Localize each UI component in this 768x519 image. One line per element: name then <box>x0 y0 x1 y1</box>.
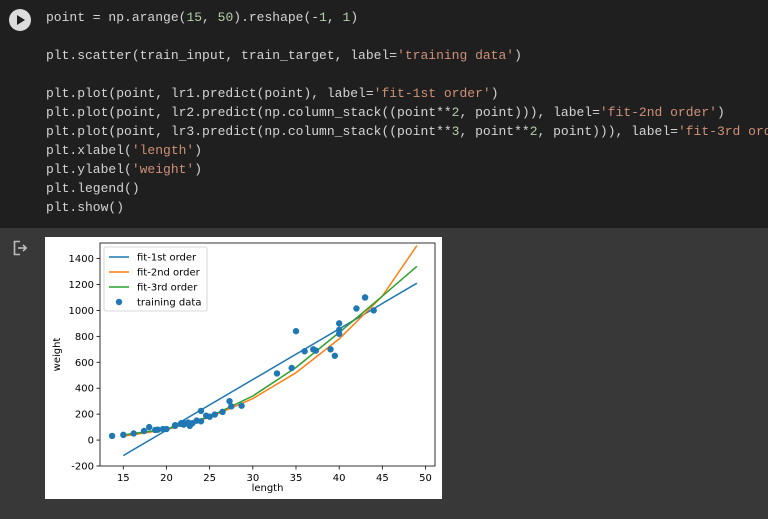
code-line: plt.show() <box>46 198 768 217</box>
legend-label: training data <box>137 298 201 309</box>
y-tick-label: 0 <box>88 436 94 447</box>
y-tick-label: -200 <box>71 462 94 473</box>
code-token: , point))), label= <box>459 105 600 120</box>
scatter-point <box>331 352 339 359</box>
scatter-point <box>171 421 179 429</box>
code-token: plt.plot(point, lr3.predict(np.column_st… <box>46 124 452 139</box>
scatter-point <box>197 407 205 415</box>
scatter-point <box>163 425 170 433</box>
code-token: 2 <box>529 124 538 139</box>
x-tick-label: 35 <box>290 473 303 484</box>
scatter-point <box>312 347 320 354</box>
y-tick-label: 1000 <box>69 306 94 317</box>
cell-output: 15 20 25 30 35 40 45 50 -200 0 200 400 600 800 1000 120… <box>0 228 768 519</box>
code-token: 'length' <box>131 143 195 158</box>
x-axis-label: length <box>252 483 284 494</box>
code-line: plt.xlabel('length') <box>46 141 768 160</box>
scatter-point <box>108 432 116 440</box>
x-tick-label: 45 <box>376 473 389 484</box>
scatter-point <box>140 427 148 435</box>
code-line: plt.plot(point, lr2.predict(np.column_st… <box>46 103 768 122</box>
legend-label: fit-3rd order <box>137 283 198 294</box>
scatter-point <box>197 418 205 425</box>
code-token: , point))), label= <box>537 124 678 139</box>
scatter-point <box>327 346 334 353</box>
code-token: ) <box>194 143 203 158</box>
scatter-line-chart: 15 20 25 30 35 40 45 50-20002004006008001000120… <box>52 242 436 494</box>
y-tick-label: 400 <box>75 384 94 395</box>
scatter-point <box>335 320 343 327</box>
scatter-point <box>146 423 153 431</box>
scatter-point <box>120 431 127 439</box>
scatter-point <box>288 364 295 372</box>
x-tick-label: 15 <box>117 473 130 484</box>
scatter-point <box>335 326 343 334</box>
legend-label: fit-2nd order <box>137 268 201 279</box>
code-token: plt.legend() <box>46 181 140 196</box>
code-token: plt.scatter(train_input, train_target, l… <box>46 48 398 63</box>
code-token: 1 <box>319 10 327 25</box>
code-line: plt.plot(point, lr3.predict(np.column_st… <box>46 122 768 141</box>
scatter-point <box>353 305 360 312</box>
scatter-point <box>301 348 308 355</box>
scatter-point <box>292 327 300 335</box>
code-token: 'training data' <box>397 48 515 63</box>
code-line: plt.legend() <box>46 179 768 198</box>
code-editor[interactable]: point = np.arange(15, 50).reshape(-1, 1)… <box>46 8 768 217</box>
y-tick-label: 1200 <box>69 280 94 291</box>
code-token: 'fit-2nd order' <box>599 105 717 120</box>
x-tick-label: 40 <box>333 473 346 484</box>
code-token: plt.show() <box>46 200 125 215</box>
y-tick-label: 600 <box>75 358 94 369</box>
legend-label: fit-1st order <box>137 253 197 264</box>
scatter-point <box>211 411 219 418</box>
output-arrow-icon[interactable] <box>13 240 29 256</box>
code-line: plt.ylabel('weight') <box>46 160 768 179</box>
code-token: plt.plot(point, lr2.predict(np.column_st… <box>46 105 452 120</box>
code-token: ) <box>716 105 725 120</box>
code-token: ).reshape(- <box>233 10 320 25</box>
code-cell[interactable]: point = np.arange(15, 50).reshape(-1, 1)… <box>0 0 768 228</box>
code-token: , <box>326 10 343 25</box>
code-token: 15 <box>186 10 203 25</box>
code-token: ) <box>490 86 499 101</box>
y-axis-label: weight <box>52 338 63 372</box>
code-line: point = np.arange(15, 50).reshape(-1, 1) <box>46 8 768 27</box>
code-token: plt.ylabel( <box>46 162 132 177</box>
scatter-point <box>228 403 235 410</box>
scatter-point <box>238 402 245 409</box>
code-token: 'weight' <box>131 162 195 177</box>
matplotlib-figure: 15 20 25 30 35 40 45 50 -200 0 200 400 600 800 1000 120… <box>45 237 442 499</box>
scatter-point <box>370 307 377 314</box>
legend-swatch <box>115 298 123 306</box>
y-tick-label: 800 <box>75 332 94 343</box>
x-tick-label: 20 <box>160 473 173 484</box>
scatter-point <box>130 430 137 437</box>
code-token: plt.xlabel( <box>46 143 132 158</box>
code-token: ) <box>350 10 359 25</box>
scatter-point <box>273 370 281 377</box>
y-tick-label: 200 <box>75 410 94 421</box>
code-token: 'fit-3rd order' <box>677 124 768 139</box>
code-line: plt.plot(point, lr1.predict(point), labe… <box>46 84 768 103</box>
scatter-point <box>219 408 226 416</box>
code-token: plt.plot(point, lr1.predict(point), labe… <box>46 86 374 101</box>
code-token: 50 <box>217 10 234 25</box>
code-token: ) <box>194 162 203 177</box>
scatter-point <box>361 294 369 301</box>
x-tick-label: 25 <box>203 473 216 484</box>
code-token: ) <box>514 48 522 63</box>
code-token: , <box>202 10 218 25</box>
code-token: 'fit-1st order' <box>373 86 491 101</box>
play-icon <box>17 15 25 25</box>
code-token: point = np.arange( <box>46 10 187 25</box>
x-tick-label: 50 <box>419 473 432 484</box>
y-tick-label: 1400 <box>69 254 94 265</box>
code-line: plt.scatter(train_input, train_target, l… <box>46 46 768 65</box>
run-cell-button[interactable] <box>9 9 31 31</box>
code-token: , point** <box>459 124 530 139</box>
